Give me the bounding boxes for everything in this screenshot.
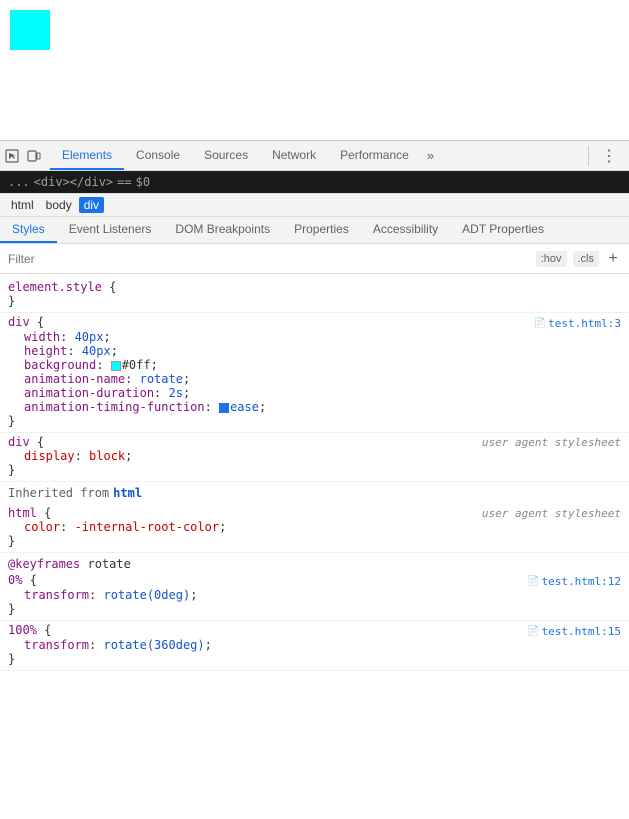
css-block-div-main: div { 📄 test.html:3 width: 40px; height:… [0,313,629,433]
inherited-tag: html [113,486,142,500]
prop-width: width: 40px; [8,330,621,344]
element-path: html body div [0,193,629,217]
tab-event-listeners[interactable]: Event Listeners [57,217,164,243]
selector-keyframe-100: 100% { [8,623,51,637]
prop-animation-timing: animation-timing-function: ease; [8,400,621,414]
breadcrumb-ellipsis: ... [8,175,30,189]
brace-close-kf-100: } [8,652,621,666]
tab-adt-properties[interactable]: ADT Properties [450,217,556,243]
prop-background: background: #0ff; [8,358,621,372]
timing-checkbox-icon[interactable] [219,403,229,413]
selector-line-div-main: div { 📄 test.html:3 [8,315,621,330]
selector-element-style: element.style { [8,280,116,294]
tab-network[interactable]: Network [260,141,328,170]
tab-elements[interactable]: Elements [50,141,124,170]
selector-keyframe-0: 0% { [8,573,37,587]
tab-properties[interactable]: Properties [282,217,361,243]
selector-line-element-style: element.style { [8,280,621,294]
color-swatch-background[interactable] [111,361,121,371]
preview-area [0,0,629,140]
filter-input[interactable] [8,252,536,266]
filter-actions: :hov .cls + [536,251,621,267]
brace-close-div-ua: } [8,463,621,477]
ua-label-html: user agent stylesheet [482,507,621,520]
prop-animation-duration: animation-duration: 2s; [8,386,621,400]
brace-close-element-style: } [8,294,621,308]
breadcrumb-dollar: $0 [136,175,150,189]
tab-accessibility[interactable]: Accessibility [361,217,450,243]
selector-line-keyframe-0: 0% { 📄 test.html:12 [8,573,621,588]
devtools-panel: Elements Console Sources Network Perform… [0,140,629,675]
source-file-icon: 📄 [534,318,546,329]
brace-close-html-ua: } [8,534,621,548]
selector-div-ua: div { [8,435,44,449]
source-link-keyframe-0[interactable]: 📄 test.html:12 [527,575,621,588]
source-file-icon-kf100: 📄 [527,626,539,637]
selector-line-keyframe-100: 100% { 📄 test.html:15 [8,623,621,638]
css-block-html-ua: html { user agent stylesheet color: -int… [0,504,629,553]
path-html[interactable]: html [6,197,39,213]
path-div[interactable]: div [79,197,104,213]
selector-html-ua: html { [8,506,51,520]
css-block-element-style: element.style { } [0,278,629,313]
toolbar-icons [4,148,42,164]
source-file-icon-kf0: 📄 [527,576,539,587]
css-block-keyframe-0: 0% { 📄 test.html:12 transform: rotate(0d… [0,571,629,621]
toolbar-right: ⋮ [584,146,625,166]
hov-button[interactable]: :hov [536,251,567,267]
selector-line-html-ua: html { user agent stylesheet [8,506,621,520]
inherited-from-label: Inherited from html [0,482,629,504]
devtools-toolbar: Elements Console Sources Network Perform… [0,141,629,171]
tab-styles[interactable]: Styles [0,217,57,243]
css-block-keyframe-100: 100% { 📄 test.html:15 transform: rotate(… [0,621,629,671]
breadcrumb-bar: ... <div></div> == $0 [0,171,629,193]
filter-bar: :hov .cls + [0,244,629,274]
breadcrumb-element: <div></div> [34,175,113,189]
prop-transform-0: transform: rotate(0deg); [8,588,621,602]
ua-label-div: user agent stylesheet [482,436,621,449]
path-body[interactable]: body [41,197,77,213]
keyframes-label: @keyframes rotate [0,553,629,571]
css-block-div-ua: div { user agent stylesheet display: blo… [0,433,629,482]
source-link-div-main[interactable]: 📄 test.html:3 [534,317,621,330]
devtools-tabs: Elements Console Sources Network Perform… [50,141,440,170]
selector-line-div-ua: div { user agent stylesheet [8,435,621,449]
device-toggle-icon[interactable] [26,148,42,164]
prop-animation-name: animation-name: rotate; [8,372,621,386]
source-link-keyframe-100[interactable]: 📄 test.html:15 [527,625,621,638]
brace-close-div-main: } [8,414,621,428]
brace-close-kf-0: } [8,602,621,616]
selector-div-main: div { [8,315,44,329]
prop-height: height: 40px; [8,344,621,358]
tab-sources[interactable]: Sources [192,141,260,170]
tab-console[interactable]: Console [124,141,192,170]
panel-tabs: Styles Event Listeners DOM Breakpoints P… [0,217,629,244]
styles-content: element.style { } div { 📄 test.html:3 wi… [0,274,629,675]
breadcrumb-equals: == [117,175,131,189]
tab-dom-breakpoints[interactable]: DOM Breakpoints [163,217,282,243]
prop-color: color: -internal-root-color; [8,520,621,534]
devtools-menu-button[interactable]: ⋮ [593,146,625,166]
cyan-box [10,10,50,50]
cls-button[interactable]: .cls [573,251,600,267]
toolbar-divider [588,146,589,166]
add-style-button[interactable]: + [605,251,621,267]
tab-performance[interactable]: Performance [328,141,421,170]
inspect-icon[interactable] [4,148,20,164]
prop-transform-100: transform: rotate(360deg); [8,638,621,652]
more-tabs-button[interactable]: » [421,148,440,163]
prop-display: display: block; [8,449,621,463]
